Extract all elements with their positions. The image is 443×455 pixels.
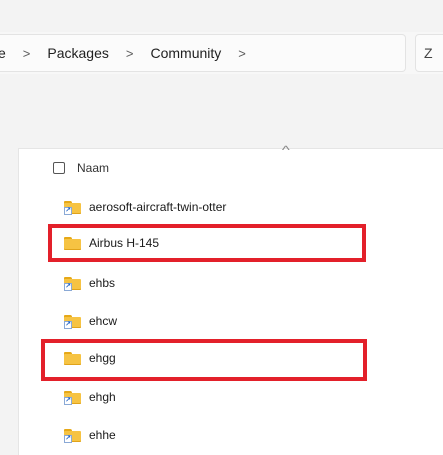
search-partial-text: Z — [424, 45, 433, 61]
folder-shortcut-icon: ↗ — [63, 276, 83, 291]
item-name: ehcw — [89, 314, 118, 328]
folder-shortcut-icon: ↗ — [63, 390, 83, 405]
breadcrumb-item-previous[interactable]: e — [0, 45, 6, 61]
highlight-box-airbus — [48, 224, 366, 262]
highlight-box-ehgg — [41, 339, 367, 381]
column-header-label: Naam — [77, 161, 110, 175]
search-input[interactable]: Z — [415, 34, 443, 72]
chevron-right-icon[interactable]: > — [238, 46, 246, 61]
item-name: ehhe — [89, 428, 116, 442]
sort-ascending-icon[interactable]: ^ — [282, 143, 290, 157]
list-item[interactable]: ↗ ehhe — [63, 425, 116, 445]
breadcrumb-item-packages[interactable]: Packages — [47, 45, 108, 61]
list-item[interactable]: ↗ ehcw — [63, 311, 117, 331]
folder-shortcut-icon: ↗ — [63, 428, 83, 443]
folder-shortcut-icon: ↗ — [63, 200, 83, 215]
breadcrumb-item-community[interactable]: Community — [150, 45, 221, 61]
title-bar — [0, 0, 443, 32]
chevron-right-icon[interactable]: > — [126, 46, 134, 61]
list-item[interactable]: ↗ ehgh — [63, 387, 116, 407]
address-bar[interactable]: e > Packages > Community > — [0, 34, 406, 72]
select-all-checkbox[interactable] — [53, 162, 65, 174]
column-header-name[interactable]: Naam — [53, 159, 109, 177]
chevron-right-icon[interactable]: > — [23, 46, 31, 61]
item-name: ehgh — [89, 390, 116, 404]
file-list-pane: ^ Naam ↗ aerosoft-aircraft-twin-otter Ai… — [18, 143, 443, 455]
item-name: aerosoft-aircraft-twin-otter — [89, 200, 227, 214]
list-item[interactable]: ↗ ehbs — [63, 273, 115, 293]
address-row: e > Packages > Community > Z — [0, 32, 443, 74]
toolbar-area — [0, 74, 443, 148]
folder-shortcut-icon: ↗ — [63, 314, 83, 329]
list-item[interactable]: ↗ aerosoft-aircraft-twin-otter — [63, 197, 226, 217]
item-name: ehbs — [89, 276, 116, 290]
